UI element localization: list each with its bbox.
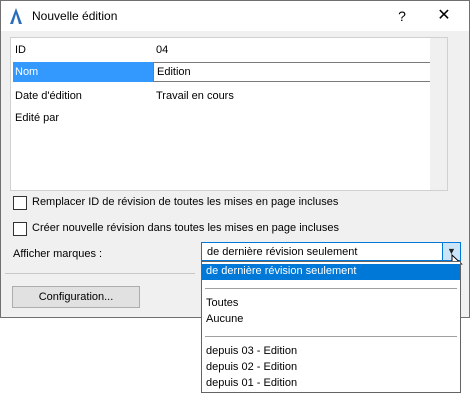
configuration-button[interactable]: Configuration... bbox=[12, 286, 140, 308]
property-value: Travail en cours bbox=[156, 90, 234, 102]
properties-scrollbar[interactable] bbox=[430, 38, 447, 190]
dropdown-separator bbox=[205, 288, 457, 289]
replace-id-label: Remplacer ID de révision de toutes les m… bbox=[32, 196, 339, 208]
property-label-selected: Nom bbox=[13, 62, 153, 82]
property-label: ID bbox=[15, 44, 26, 56]
show-marks-selected-value: de dernière révision seulement bbox=[207, 246, 358, 258]
property-label: Nom bbox=[15, 66, 39, 78]
property-row-id[interactable]: ID 04 bbox=[11, 40, 443, 60]
property-row-edited-by[interactable]: Edité par bbox=[11, 108, 443, 128]
property-row-date[interactable]: Date d'édition Travail en cours bbox=[11, 86, 443, 106]
divider bbox=[5, 273, 195, 274]
name-input[interactable]: Edition bbox=[153, 62, 443, 82]
help-button[interactable]: ? bbox=[391, 5, 413, 27]
property-row-name[interactable]: Nom Edition bbox=[11, 62, 443, 82]
show-marks-label: Afficher marques : bbox=[13, 248, 103, 260]
property-value: Edition bbox=[157, 66, 191, 78]
replace-id-checkbox[interactable] bbox=[13, 196, 27, 210]
dropdown-separator bbox=[205, 336, 457, 337]
show-marks-dropdown-list: de dernière révision seulement Toutes Au… bbox=[201, 261, 461, 393]
properties-panel: ID 04 Nom Edition Date d'édition Travail… bbox=[10, 37, 448, 191]
dropdown-option[interactable]: de dernière révision seulement bbox=[202, 264, 460, 280]
create-revision-label: Créer nouvelle révision dans toutes les … bbox=[32, 222, 339, 234]
title-bar: Nouvelle édition ? ✕ bbox=[1, 1, 469, 31]
property-label: Date d'édition bbox=[15, 90, 82, 102]
archicad-icon bbox=[10, 8, 22, 24]
show-marks-select[interactable]: de dernière révision seulement ▼ bbox=[201, 242, 461, 261]
create-revision-checkbox[interactable] bbox=[13, 222, 27, 236]
close-button[interactable]: ✕ bbox=[433, 5, 455, 27]
property-value: 04 bbox=[156, 44, 169, 56]
window-title: Nouvelle édition bbox=[32, 9, 118, 23]
property-label: Edité par bbox=[15, 112, 60, 124]
